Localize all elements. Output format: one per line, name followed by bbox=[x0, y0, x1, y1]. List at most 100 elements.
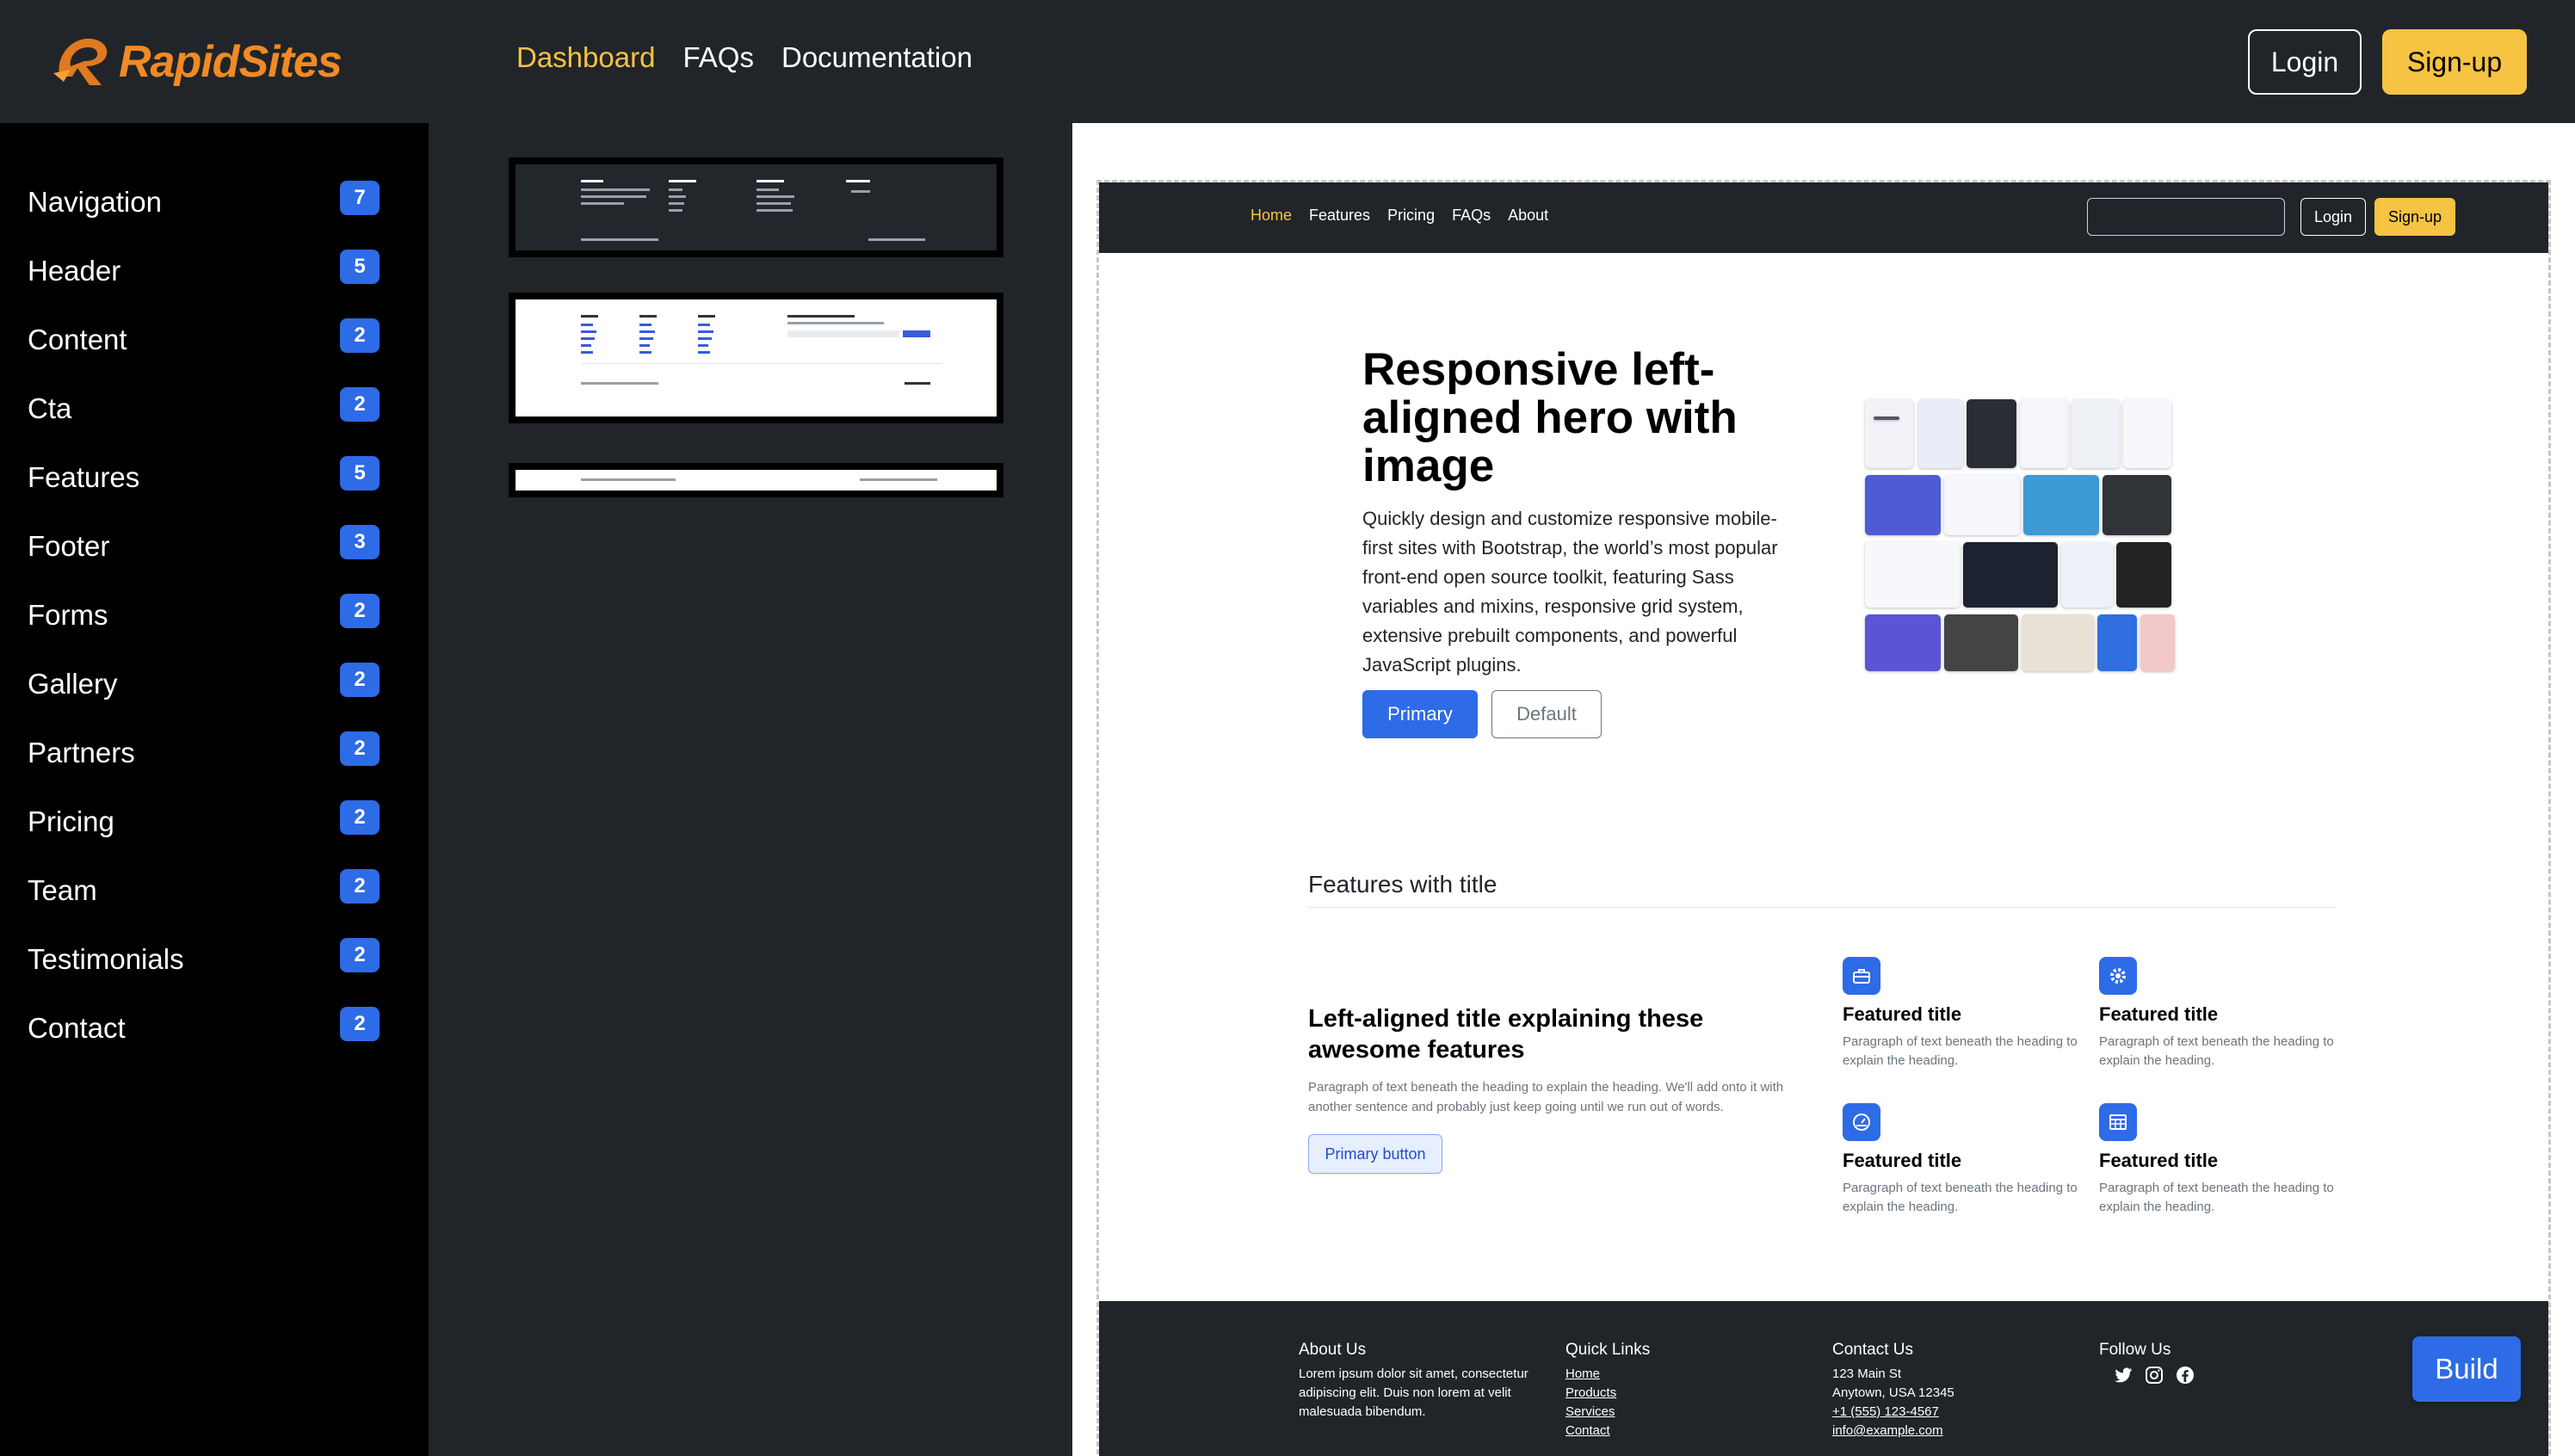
footer-link-products[interactable]: Products bbox=[1565, 1384, 1650, 1403]
sidebar-item-features[interactable]: Features 5 bbox=[0, 443, 429, 512]
footer-address-line1: 123 Main St bbox=[1832, 1367, 1902, 1381]
hero-default-button[interactable]: Default bbox=[1491, 690, 1602, 738]
sidebar-item-label: Team bbox=[28, 874, 97, 906]
preview-nav-pricing[interactable]: Pricing bbox=[1387, 207, 1435, 225]
login-button[interactable]: Login bbox=[2248, 29, 2362, 95]
footer-variant-thumbnail-2[interactable] bbox=[509, 293, 1003, 423]
sidebar-item-label: Contact bbox=[28, 1012, 126, 1044]
feature-card-title: Featured title bbox=[1843, 1003, 1962, 1025]
footer-about-heading: About Us bbox=[1299, 1341, 1367, 1359]
preview-footer: About Us Lorem ipsum dolor sit amet, con… bbox=[1099, 1301, 2548, 1456]
top-navbar: RapidSites Dashboard FAQs Documentation … bbox=[0, 0, 2575, 123]
preview-nav-faqs[interactable]: FAQs bbox=[1452, 207, 1491, 225]
facebook-icon[interactable] bbox=[2175, 1365, 2195, 1385]
footer-contact-column: Contact Us 123 Main St Anytown, USA 1234… bbox=[1832, 1341, 1954, 1441]
gear-icon bbox=[2099, 957, 2137, 995]
sidebar-item-gallery[interactable]: Gallery 2 bbox=[0, 650, 429, 719]
build-button[interactable]: Build bbox=[2412, 1336, 2521, 1402]
sidebar-item-team[interactable]: Team 2 bbox=[0, 856, 429, 925]
variant-thumbnails bbox=[429, 123, 1072, 1456]
preview-navbar: Home Features Pricing FAQs About Login S… bbox=[1099, 182, 2548, 253]
count-badge: 7 bbox=[340, 181, 380, 215]
sidebar-item-navigation[interactable]: Navigation 7 bbox=[0, 168, 429, 237]
footer-about-text: Lorem ipsum dolor sit amet, consectetur … bbox=[1299, 1367, 1528, 1419]
sidebar-item-contact[interactable]: Contact 2 bbox=[0, 994, 429, 1063]
count-badge: 2 bbox=[340, 869, 380, 904]
table-icon bbox=[2099, 1103, 2137, 1141]
feature-card: Featured title Paragraph of text beneath… bbox=[1843, 957, 2092, 1070]
sidebar-item-label: Partners bbox=[28, 737, 135, 768]
thumbnail-preview bbox=[516, 470, 997, 490]
feature-card-text: Paragraph of text beneath the heading to… bbox=[2099, 1034, 2334, 1068]
sidebar-item-label: Testimonials bbox=[28, 943, 184, 975]
preview-signup-button[interactable]: Sign-up bbox=[2374, 198, 2455, 236]
preview-nav-features[interactable]: Features bbox=[1309, 207, 1370, 225]
brand-name: RapidSites bbox=[119, 37, 343, 87]
count-badge: 2 bbox=[340, 594, 380, 628]
sidebar-item-label: Content bbox=[28, 324, 127, 355]
sidebar-item-partners[interactable]: Partners 2 bbox=[0, 719, 429, 787]
sidebar-item-testimonials[interactable]: Testimonials 2 bbox=[0, 925, 429, 994]
rapidsites-logo-icon bbox=[53, 38, 108, 85]
features-heading: Features with title bbox=[1308, 871, 1497, 898]
sidebar-item-label: Footer bbox=[28, 530, 110, 562]
footer-links-heading: Quick Links bbox=[1565, 1341, 1651, 1359]
instagram-icon[interactable] bbox=[2144, 1365, 2164, 1385]
preview-search-input[interactable] bbox=[2087, 198, 2285, 236]
footer-variant-thumbnail-1[interactable] bbox=[509, 157, 1003, 257]
sidebar-item-header[interactable]: Header 5 bbox=[0, 237, 429, 305]
feature-card: Featured title Paragraph of text beneath… bbox=[2099, 1103, 2349, 1217]
nav-faqs[interactable]: FAQs bbox=[682, 41, 754, 74]
footer-link-home[interactable]: Home bbox=[1565, 1365, 1650, 1384]
footer-link-contact[interactable]: Contact bbox=[1565, 1422, 1650, 1441]
sidebar-item-label: Cta bbox=[28, 392, 72, 424]
sidebar-item-label: Features bbox=[28, 461, 140, 493]
sidebar-item-label: Forms bbox=[28, 599, 108, 631]
count-badge: 5 bbox=[340, 250, 380, 284]
sidebar-item-cta[interactable]: Cta 2 bbox=[0, 374, 429, 443]
features-primary-button[interactable]: Primary button bbox=[1308, 1134, 1442, 1174]
preview-nav-links: Home Features Pricing FAQs About bbox=[1250, 207, 1548, 225]
preview-nav-home[interactable]: Home bbox=[1250, 207, 1292, 225]
thumbnail-preview bbox=[516, 164, 997, 250]
social-icons bbox=[2099, 1365, 2195, 1385]
top-nav-links: Dashboard FAQs Documentation bbox=[516, 41, 973, 74]
sidebar-item-content[interactable]: Content 2 bbox=[0, 305, 429, 374]
count-badge: 2 bbox=[340, 318, 380, 353]
preview-nav-about[interactable]: About bbox=[1508, 207, 1548, 225]
hero-collage-image bbox=[1865, 399, 2261, 683]
footer-links-column: Quick Links Home Products Services Conta… bbox=[1565, 1341, 1650, 1441]
sidebar-item-label: Header bbox=[28, 255, 121, 287]
nav-documentation[interactable]: Documentation bbox=[781, 41, 973, 74]
auth-actions: Login Sign-up bbox=[2248, 29, 2527, 95]
sidebar-item-pricing[interactable]: Pricing 2 bbox=[0, 787, 429, 856]
footer-variant-thumbnail-3[interactable] bbox=[509, 463, 1003, 497]
nav-dashboard[interactable]: Dashboard bbox=[516, 41, 655, 74]
footer-phone-link[interactable]: +1 (555) 123-4567 bbox=[1832, 1403, 1954, 1422]
brand-logo[interactable]: RapidSites bbox=[52, 31, 343, 93]
live-preview-panel: Home Features Pricing FAQs About Login S… bbox=[1072, 123, 2575, 1456]
preview-login-button[interactable]: Login bbox=[2300, 198, 2366, 236]
features-left-title: Left-aligned title explaining these awes… bbox=[1308, 1005, 1704, 1064]
sidebar-item-forms[interactable]: Forms 2 bbox=[0, 581, 429, 650]
feature-card: Featured title Paragraph of text beneath… bbox=[1843, 1103, 2092, 1217]
footer-address-line2: Anytown, USA 12345 bbox=[1832, 1385, 1954, 1400]
footer-link-services[interactable]: Services bbox=[1565, 1403, 1650, 1422]
thumbnail-preview bbox=[516, 299, 997, 416]
count-badge: 2 bbox=[340, 1007, 380, 1041]
feature-card-text: Paragraph of text beneath the heading to… bbox=[2099, 1181, 2334, 1214]
feature-card-title: Featured title bbox=[2099, 1150, 2219, 1171]
hero-primary-button[interactable]: Primary bbox=[1362, 690, 1478, 738]
hero-paragraph: Quickly design and customize responsive … bbox=[1362, 508, 1778, 676]
feature-card: Featured title Paragraph of text beneath… bbox=[2099, 957, 2349, 1070]
count-badge: 3 bbox=[340, 525, 380, 559]
sidebar-item-footer[interactable]: Footer 3 bbox=[0, 512, 429, 581]
signup-button[interactable]: Sign-up bbox=[2382, 29, 2527, 95]
count-badge: 2 bbox=[340, 800, 380, 835]
twitter-icon[interactable] bbox=[2113, 1365, 2133, 1385]
footer-contact-heading: Contact Us bbox=[1832, 1341, 1913, 1359]
preview-frame: Home Features Pricing FAQs About Login S… bbox=[1096, 180, 2551, 1456]
speedometer-icon bbox=[1843, 1103, 1880, 1141]
footer-email-link[interactable]: info@example.com bbox=[1832, 1422, 1954, 1441]
footer-about-column: About Us Lorem ipsum dolor sit amet, con… bbox=[1299, 1341, 1548, 1422]
